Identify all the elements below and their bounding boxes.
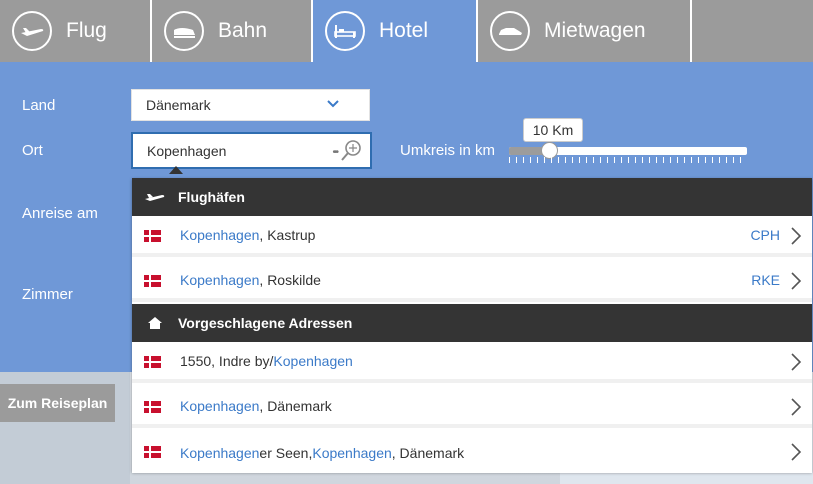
denmark-flag-icon [144,446,161,458]
car-icon [490,11,530,51]
chevron-right-icon [791,227,802,245]
tab-label: Mietwagen [544,19,646,42]
suggestion-text: , Roskilde [259,271,321,288]
suggestion-text: , Kastrup [259,226,316,243]
dropdown-caret [169,166,183,174]
land-value: Dänemark [146,97,211,113]
suggestion-address[interactable]: Kopenhagen, Dänemark [132,387,812,428]
zimmer-label: Zimmer [22,286,73,303]
tab-label: Flug [66,19,107,42]
suggestion-text: , Dänemark [259,397,332,414]
plane-icon [145,194,165,201]
suggestion-airport-rke[interactable]: Kopenhagen, Roskilde RKE [132,261,812,302]
denmark-flag-icon [144,401,161,413]
chevron-right-icon [791,272,802,290]
bed-icon [325,11,365,51]
tab-hotel[interactable]: Hotel [313,0,476,62]
group-header-label: Flughäfen [178,189,245,205]
group-header-airports: Flughäfen [132,178,812,216]
tab-label: Hotel [379,19,429,42]
chevron-down-icon [327,100,339,108]
ort-label: Ort [22,142,43,159]
loading-icon: ••• [332,147,338,158]
transport-tabs: Flug Bahn Hotel Mietwagen [0,0,813,62]
airport-code: CPH [750,226,780,243]
radius-value-bubble: 10 Km [523,118,583,142]
radius-slider-ticks [509,157,747,163]
anreise-label: Anreise am [22,205,98,222]
umkreis-label: Umkreis in km [400,142,496,159]
suggestion-address[interactable]: 1550, Indre by/Kopenhagen [132,342,812,383]
denmark-flag-icon [144,275,161,287]
tab-mietwagen[interactable]: Mietwagen [476,0,692,62]
chevron-right-icon [791,353,802,371]
suggestion-text: 1550, Indre by/ [180,352,274,369]
suggestion-match: Kopenhagen [180,444,260,461]
suggestion-match: Kopenhagen [180,271,260,288]
train-icon [164,11,204,51]
suggestion-match: Kopenhagen [180,397,260,414]
autocomplete-dropdown: Flughäfen Kopenhagen, Kastrup CPH Kopenh… [132,178,812,473]
ort-value: Kopenhagen [147,143,227,159]
search-icon[interactable] [340,139,362,163]
land-label: Land [22,97,56,114]
denmark-flag-icon [144,356,161,368]
tab-placeholder [692,0,813,62]
land-select[interactable]: Dänemark [131,89,370,121]
group-header-addresses: Vorgeschlagene Adressen [132,304,812,342]
airport-code: RKE [751,271,780,288]
suggestion-match: Kopenhagen [273,352,353,369]
plane-icon [12,11,52,51]
chevron-right-icon [791,443,802,461]
suggestion-match: Kopenhagen [312,444,392,461]
tab-bahn[interactable]: Bahn [152,0,313,62]
home-icon [148,317,162,329]
chevron-right-icon [791,398,802,416]
suggestion-text: er Seen, [259,444,313,461]
suggestion-text: , Dänemark [391,444,465,461]
tab-label: Bahn [218,19,268,42]
ort-input[interactable]: Kopenhagen ••• [131,132,372,169]
suggestion-match: Kopenhagen [180,226,260,243]
radius-slider[interactable] [509,142,747,159]
group-header-label: Vorgeschlagene Adressen [178,315,353,331]
tab-flug[interactable]: Flug [0,0,152,62]
zum-reiseplan-button[interactable]: Zum Reiseplan [0,384,115,422]
denmark-flag-icon [144,230,161,242]
suggestion-address[interactable]: Kopenhagen er Seen, Kopenhagen, Dänemark [132,432,812,473]
suggestion-airport-cph[interactable]: Kopenhagen, Kastrup CPH [132,216,812,257]
